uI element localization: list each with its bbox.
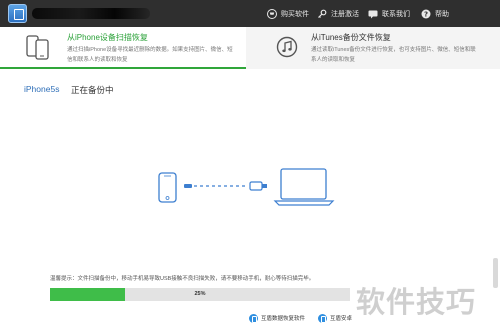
shopping-cart-icon <box>267 8 277 19</box>
register-activate-label: 注册激活 <box>331 10 359 18</box>
chat-icon <box>368 9 378 19</box>
app-logo-icon <box>8 4 27 23</box>
android-recovery-label: 互盾安卓 <box>330 316 353 322</box>
backup-progress-bar: 25% <box>50 288 350 301</box>
tab-itunes-backup-description: 通过读取iTunes备份文件进行恢复，也可支持图片、微信、短信和联系人的读取和恢… <box>311 47 476 63</box>
buy-software-link[interactable]: 购买软件 <box>267 0 309 27</box>
key-icon <box>317 9 327 19</box>
recovery-software-label: 互盾数据恢复软件 <box>261 316 306 322</box>
tab-iphone-scan-title: 从iPhone设备扫描恢复 <box>67 33 148 42</box>
help-icon: ? <box>421 9 431 19</box>
help-link[interactable]: ? 帮助 <box>421 0 449 27</box>
buy-software-label: 购买软件 <box>281 10 309 18</box>
device-name: iPhone5s <box>24 84 60 94</box>
tab-itunes-backup-recovery[interactable]: 从iTunes备份文件恢复 通过读取iTunes备份文件进行恢复，也可支持图片、… <box>246 27 500 69</box>
backup-status-text: 正在备份中 <box>71 85 114 95</box>
contact-us-label: 联系我们 <box>382 10 410 18</box>
recovery-app-icon <box>249 313 258 323</box>
android-recovery-link[interactable]: 互盾安卓 <box>318 312 352 324</box>
recovery-software-link[interactable]: 互盾数据恢复软件 <box>249 312 305 324</box>
usb-cable-icon <box>184 181 267 191</box>
watermark: 软件技巧 <box>356 287 477 319</box>
svg-text:?: ? <box>424 10 428 18</box>
contact-us-link[interactable]: 联系我们 <box>368 0 410 27</box>
warm-tip-text: 温馨提示：文件扫描备份中，移动手机易导致USB接触不良扫描失败，请不要移动手机，… <box>50 276 315 282</box>
phone-devices-icon <box>26 35 49 60</box>
help-label: 帮助 <box>435 10 449 18</box>
progress-percent-label: 25% <box>194 291 206 297</box>
tab-itunes-backup-title: 从iTunes备份文件恢复 <box>311 33 391 42</box>
scrollbar[interactable] <box>493 258 498 288</box>
laptop-icon <box>273 168 335 206</box>
tab-iphone-scan-description: 通过扫描iPhone设备寻找最近删除的数据。如果支持图片、微信、短信和联系人的读… <box>67 47 233 63</box>
recovery-mode-tabs: 从iPhone设备扫描恢复 通过扫描iPhone设备寻找最近删除的数据。如果支持… <box>0 27 500 69</box>
itunes-icon <box>276 36 298 58</box>
title-bar: 购买软件 注册激活 联系我们 ? 帮助 <box>0 0 500 27</box>
tab-iphone-scan-recovery[interactable]: 从iPhone设备扫描恢复 通过扫描iPhone设备寻找最近删除的数据。如果支持… <box>0 27 246 69</box>
register-activate-link[interactable]: 注册激活 <box>317 0 359 27</box>
redacted-app-title <box>32 8 150 19</box>
phone-to-computer-illustration <box>158 168 335 206</box>
android-app-icon <box>318 313 327 323</box>
iphone-icon <box>158 172 177 203</box>
